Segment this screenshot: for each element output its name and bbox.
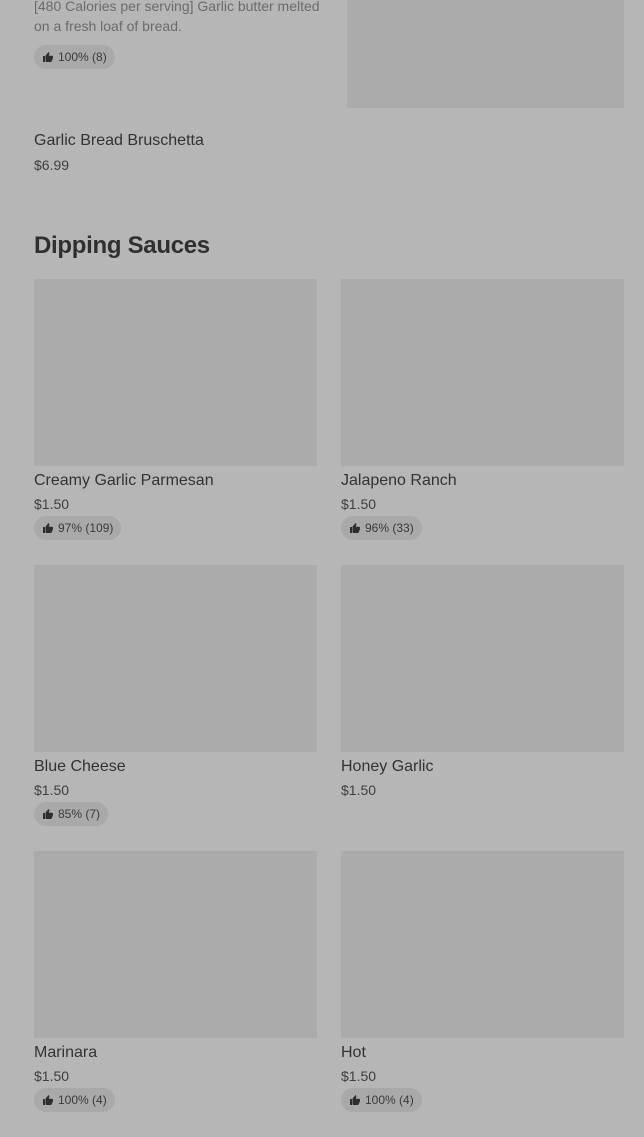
item-image: [341, 565, 624, 752]
thumbs-up-icon: [42, 1094, 54, 1106]
item-image: [34, 565, 317, 752]
item-image: [341, 279, 624, 466]
thumbs-up-icon: [42, 808, 54, 820]
item-price: $1.50: [34, 1068, 70, 1084]
item-title: Marinara: [34, 1044, 98, 1061]
item-price: $6.99: [34, 157, 70, 173]
rating-badge: 97% (109): [34, 516, 122, 540]
item-image: [34, 279, 317, 466]
rating-badge: 100% (4): [341, 1088, 422, 1112]
rating-text: 97% (109): [58, 521, 114, 535]
thumbs-up-icon: [42, 51, 54, 63]
item-price: $1.50: [341, 496, 377, 512]
rating-badge: 100% (8): [34, 45, 115, 69]
menu-item-garlic-bread-bruschetta[interactable]: [480 Calories per serving] Garlic butter…: [0, 0, 644, 200]
item-image: [347, 0, 624, 108]
item-title: Garlic Bread Bruschetta: [34, 132, 204, 149]
rating-text: 96% (33): [365, 521, 414, 535]
section-heading: Dipping Sauces: [34, 232, 210, 259]
menu-item-card[interactable]: Blue Cheese $1.50 85% (7): [34, 565, 317, 851]
rating-text: 100% (8): [58, 50, 107, 64]
rating-text: 100% (4): [58, 1093, 107, 1107]
menu-item-card[interactable]: Hot $1.50 100% (4): [341, 851, 624, 1137]
item-price: $1.50: [34, 496, 70, 512]
item-image: [34, 851, 317, 1038]
menu-item-card[interactable]: Honey Garlic $1.50: [341, 565, 624, 851]
menu-item-card[interactable]: Creamy Garlic Parmesan $1.50 97% (109): [34, 279, 317, 565]
menu-item-card[interactable]: Marinara $1.50 100% (4): [34, 851, 317, 1137]
item-price: $1.50: [34, 782, 70, 798]
menu-item-grid: Creamy Garlic Parmesan $1.50 97% (109) J…: [34, 279, 624, 1137]
rating-text: 100% (4): [365, 1093, 414, 1107]
thumbs-up-icon: [349, 1094, 361, 1106]
item-price: $1.50: [341, 782, 377, 798]
rating-badge: 96% (33): [341, 516, 422, 540]
rating-text: 85% (7): [58, 807, 101, 821]
item-title: Jalapeno Ranch: [341, 472, 457, 489]
menu-item-card[interactable]: Jalapeno Ranch $1.50 96% (33): [341, 279, 624, 565]
item-image: [341, 851, 624, 1038]
thumbs-up-icon: [42, 522, 54, 534]
item-title: Creamy Garlic Parmesan: [34, 472, 214, 489]
item-title: Blue Cheese: [34, 758, 126, 775]
thumbs-up-icon: [349, 522, 361, 534]
item-title: Honey Garlic: [341, 758, 434, 775]
item-price: $1.50: [341, 1068, 377, 1084]
item-title: Hot: [341, 1044, 366, 1061]
rating-badge: 85% (7): [34, 802, 109, 826]
item-description: [480 Calories per serving] Garlic butter…: [34, 0, 320, 34]
rating-badge: 100% (4): [34, 1088, 115, 1112]
